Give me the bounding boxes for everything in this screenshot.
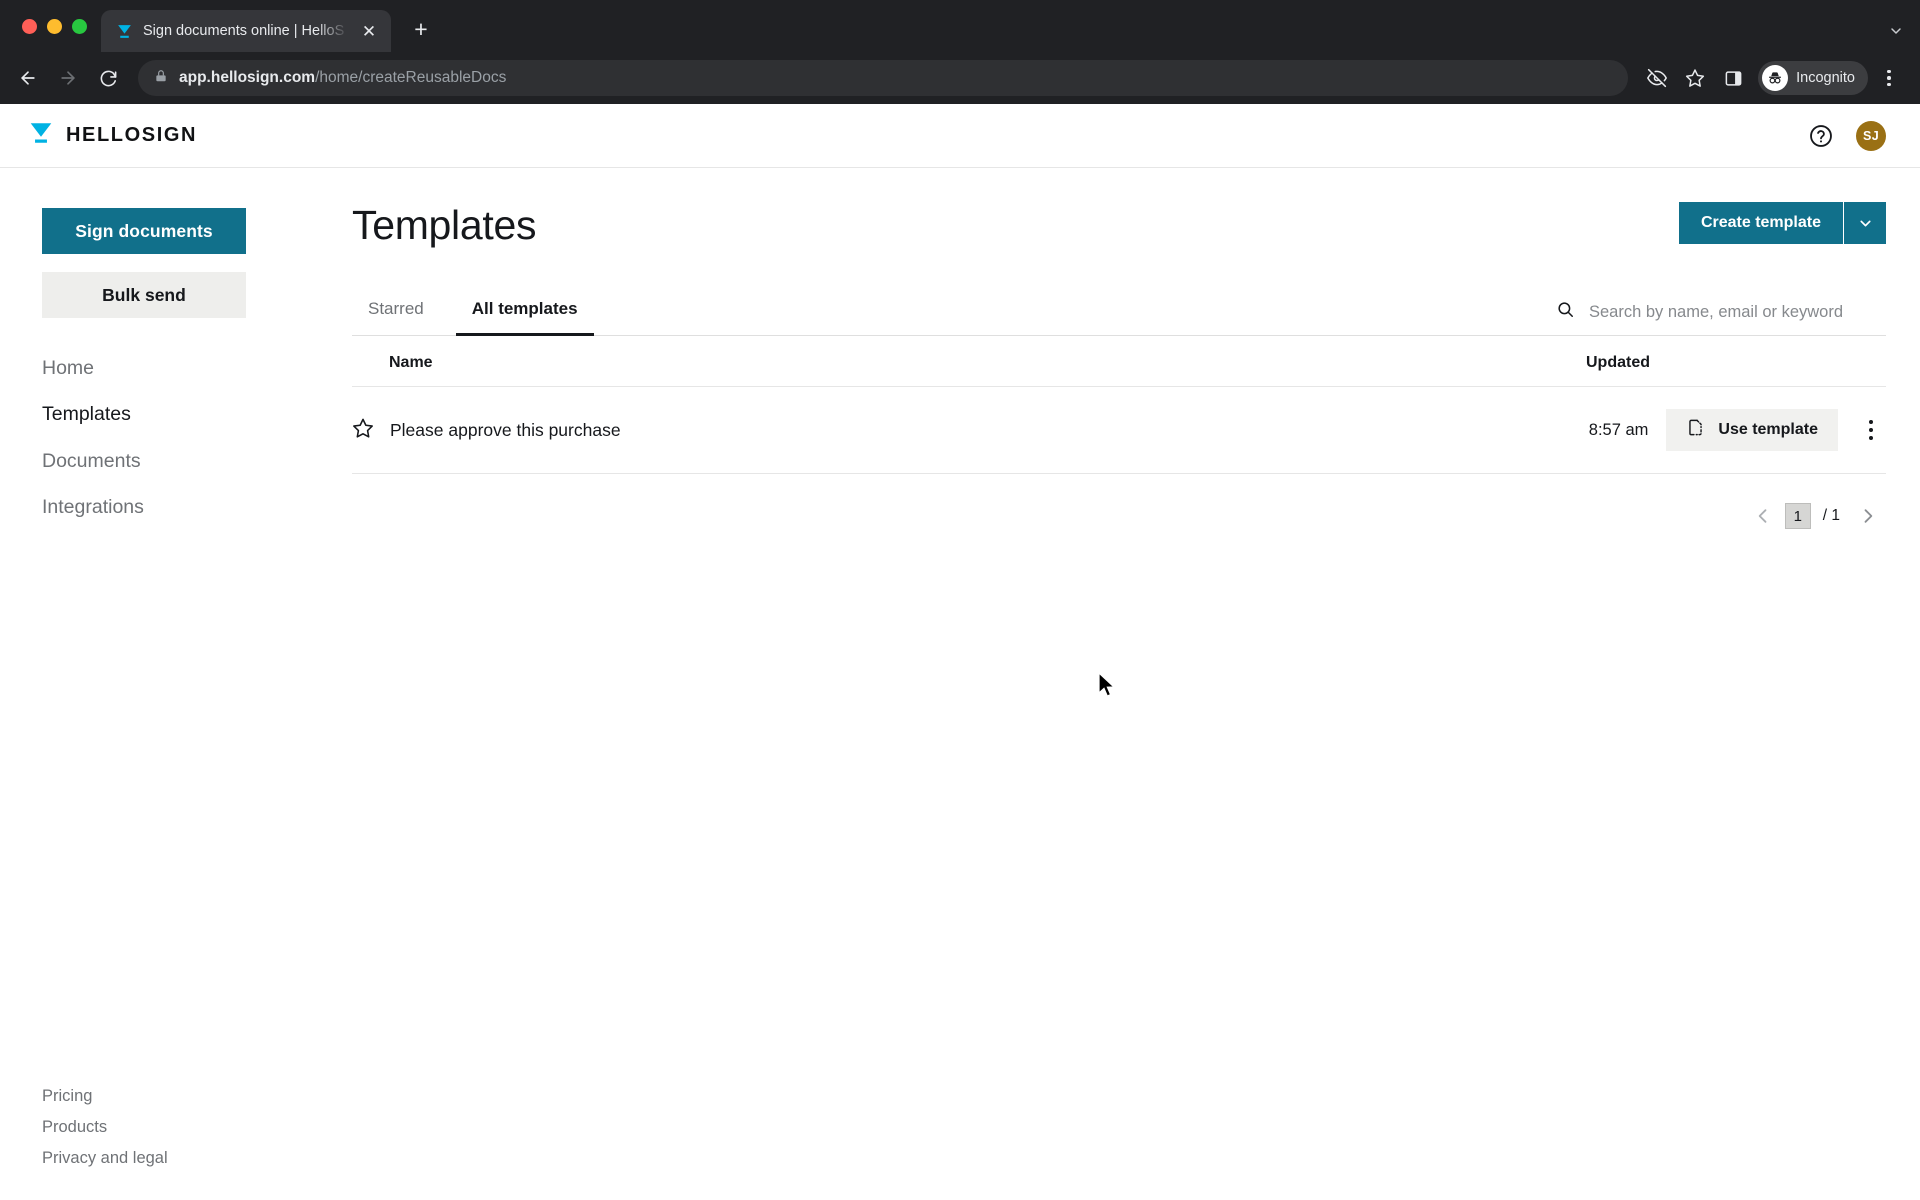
- pagination-next-button[interactable]: [1850, 498, 1886, 534]
- use-template-label: Use template: [1718, 421, 1818, 438]
- row-more-options-icon[interactable]: [1856, 412, 1886, 448]
- sidebar-nav: Home Templates Documents Integrations: [0, 356, 288, 520]
- brand-logo[interactable]: HELLOSIGN: [28, 120, 197, 151]
- page-viewport: HELLOSIGN SJ Sign documents Bulk send Ho…: [0, 104, 1920, 1200]
- address-bar-url: app.hellosign.com/home/createReusableDoc…: [179, 69, 506, 87]
- star-icon[interactable]: [1678, 61, 1712, 95]
- tab-title: Sign documents online | HelloS: [143, 23, 345, 39]
- search-input[interactable]: [1589, 302, 1886, 322]
- incognito-indicator[interactable]: Incognito: [1758, 61, 1868, 95]
- content-tabs-row: Starred All templates: [352, 289, 1886, 336]
- footer-link-products[interactable]: Products: [42, 1118, 168, 1137]
- sidebar-footer: Pricing Products Privacy and legal: [42, 1087, 168, 1168]
- maximize-window-button[interactable]: [72, 18, 87, 34]
- incognito-icon: [1762, 65, 1789, 91]
- sign-documents-button[interactable]: Sign documents: [42, 208, 246, 254]
- main-content: Templates Create template Starred All te…: [288, 168, 1920, 1200]
- table-header-row: Name Updated: [352, 336, 1886, 387]
- template-document-icon: [1686, 418, 1705, 442]
- create-template-dropdown-button[interactable]: [1844, 202, 1886, 244]
- content-tabs: Starred All templates: [352, 289, 594, 336]
- browser-chrome: Sign documents online | HelloS ✕ + app.h…: [0, 0, 1920, 104]
- create-template-button[interactable]: Create template: [1678, 202, 1843, 244]
- browser-window: Sign documents online | HelloS ✕ + app.h…: [0, 0, 1920, 1200]
- tab-starred[interactable]: Starred: [352, 289, 440, 336]
- brand-name: HELLOSIGN: [66, 124, 198, 146]
- pagination-total-pages: / 1: [1822, 507, 1840, 524]
- tab-all-templates[interactable]: All templates: [455, 289, 594, 336]
- table-row[interactable]: Please approve this purchase 8:57 am Use…: [352, 387, 1886, 474]
- app-body: Sign documents Bulk send Home Templates …: [0, 168, 1920, 1200]
- help-circle-icon[interactable]: [1808, 123, 1834, 149]
- arrow-forward-icon: [50, 60, 86, 96]
- cell-actions: 8:57 am Use template: [1589, 409, 1886, 451]
- pagination-prev-button[interactable]: [1745, 498, 1781, 534]
- search-box: [1556, 300, 1886, 335]
- app-header-actions: SJ: [1808, 120, 1886, 151]
- page-title: Templates: [352, 202, 537, 248]
- avatar[interactable]: SJ: [1856, 120, 1886, 151]
- app-header: HELLOSIGN SJ: [0, 104, 1920, 168]
- incognito-label: Incognito: [1796, 70, 1855, 86]
- column-header-name: Name: [389, 354, 433, 371]
- pagination: 1 / 1: [352, 498, 1886, 534]
- search-icon: [1556, 300, 1575, 324]
- updated-time: 8:57 am: [1588, 420, 1649, 439]
- browser-tab[interactable]: Sign documents online | HelloS ✕: [101, 10, 391, 52]
- new-tab-button[interactable]: +: [401, 8, 441, 50]
- close-window-button[interactable]: [22, 18, 37, 34]
- sidebar: Sign documents Bulk send Home Templates …: [0, 168, 288, 1200]
- footer-link-privacy-and-legal[interactable]: Privacy and legal: [42, 1149, 168, 1168]
- tab-strip: Sign documents online | HelloS ✕ +: [0, 0, 1920, 52]
- url-path: /home/createReusableDocs: [315, 69, 507, 86]
- sidebar-item-integrations[interactable]: Integrations: [42, 495, 246, 519]
- lock-icon: [154, 69, 168, 88]
- cell-name: Please approve this purchase: [352, 417, 1589, 444]
- footer-link-pricing[interactable]: Pricing: [42, 1087, 168, 1106]
- url-domain: app.hellosign.com: [179, 69, 316, 86]
- create-template-split-button: Create template: [1678, 202, 1886, 244]
- address-bar[interactable]: app.hellosign.com/home/createReusableDoc…: [138, 60, 1629, 96]
- arrow-back-icon[interactable]: [10, 60, 46, 96]
- browser-toolbar: app.hellosign.com/home/createReusableDoc…: [0, 52, 1920, 104]
- use-template-button[interactable]: Use template: [1666, 409, 1838, 451]
- window-controls[interactable]: [14, 0, 101, 52]
- minimize-window-button[interactable]: [47, 18, 62, 34]
- sidebar-item-documents[interactable]: Documents: [42, 449, 246, 473]
- bulk-send-button[interactable]: Bulk send: [42, 272, 246, 318]
- star-outline-icon[interactable]: [352, 417, 374, 444]
- side-panel-icon[interactable]: [1716, 61, 1750, 95]
- chevron-down-icon[interactable]: [1888, 23, 1904, 42]
- column-header-updated: Updated: [1586, 354, 1650, 371]
- templates-table: Name Updated Please approve this purchas…: [352, 336, 1886, 474]
- main-header: Templates Create template: [352, 168, 1886, 249]
- sidebar-item-templates[interactable]: Templates: [42, 402, 246, 426]
- reload-icon[interactable]: [90, 60, 126, 96]
- pagination-current-page[interactable]: 1: [1784, 503, 1811, 529]
- template-name: Please approve this purchase: [390, 419, 621, 440]
- sidebar-actions: Sign documents Bulk send: [0, 208, 288, 318]
- close-icon[interactable]: ✕: [359, 23, 379, 40]
- hellosign-logo-icon: [28, 120, 54, 151]
- hellosign-favicon: [115, 22, 133, 40]
- sidebar-item-home[interactable]: Home: [42, 356, 246, 380]
- kebab-menu-icon[interactable]: [1872, 61, 1906, 95]
- eye-slash-icon[interactable]: [1640, 61, 1674, 95]
